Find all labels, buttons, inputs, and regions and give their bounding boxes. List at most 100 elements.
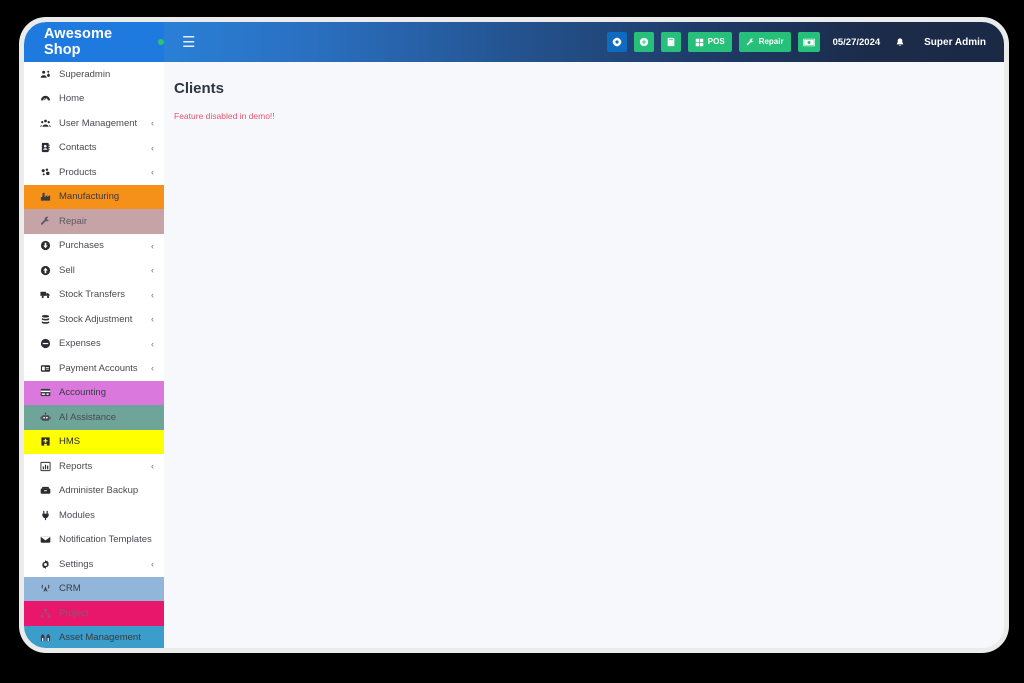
gear-icon — [38, 559, 52, 570]
sidebar-item-label: Home — [59, 93, 85, 105]
sidebar-item-ai-assistance[interactable]: AI Assistance — [24, 405, 164, 430]
repair-button[interactable]: Repair — [738, 32, 791, 52]
hamburger-icon[interactable]: ☰ — [176, 31, 201, 54]
sidebar-item-home[interactable]: Home — [24, 87, 164, 112]
chevron-left-icon: ‹ — [151, 167, 154, 178]
chevron-left-icon: ‹ — [151, 240, 154, 251]
sidebar-item-label: Contacts — [59, 142, 97, 154]
wrench-icon — [746, 38, 755, 47]
sidebar-item-modules[interactable]: Modules — [24, 503, 164, 528]
hospital-icon — [38, 436, 52, 447]
sidebar-item-label: Manufacturing — [59, 191, 120, 203]
sidebar-item-settings[interactable]: Settings ‹ — [24, 552, 164, 577]
demo-disabled-message: Feature disabled in demo!! — [174, 111, 275, 121]
add-button[interactable] — [633, 32, 654, 52]
chevron-left-icon: ‹ — [151, 265, 154, 276]
sidebar-item-hms[interactable]: HMS — [24, 429, 164, 454]
sidebar-item-payment-accounts[interactable]: Payment Accounts ‹ — [24, 356, 164, 381]
sidebar-item-contacts[interactable]: Contacts ‹ — [24, 136, 164, 161]
chevron-left-icon: ‹ — [151, 559, 154, 570]
sidebar-item-label: Accounting — [59, 387, 107, 399]
sidebar-item-repair[interactable]: Repair — [24, 209, 164, 234]
sidebar-item-asset-management[interactable]: Asset Management — [24, 625, 164, 648]
sidebar-item-project[interactable]: Project — [24, 601, 164, 626]
sidebar-item-accounting[interactable]: Accounting — [24, 380, 164, 405]
sidebar-item-administer-backup[interactable]: Administer Backup — [24, 479, 164, 504]
sidebar-item-superadmin[interactable]: Superadmin — [24, 62, 164, 87]
chevron-left-icon: ‹ — [151, 338, 154, 349]
robot-icon — [38, 412, 52, 423]
arrow-down-circle-icon — [38, 240, 52, 251]
sidebar-item-expenses[interactable]: Expenses ‹ — [24, 332, 164, 357]
sidebar-item-label: Repair — [59, 215, 87, 227]
calculator-icon — [666, 37, 676, 47]
sidebar-item-notification-templates[interactable]: Notification Templates — [24, 528, 164, 553]
page-title: Clients — [174, 80, 225, 97]
main-content: Clients Feature disabled in demo!! — [164, 62, 1004, 648]
broadcast-icon — [38, 583, 52, 594]
card-icon — [38, 363, 52, 374]
sidebar-item-manufacturing[interactable]: Manufacturing — [24, 184, 164, 209]
chevron-left-icon: ‹ — [151, 363, 154, 374]
truck-icon — [38, 289, 52, 300]
sidebar-item-label: Stock Adjustment — [59, 313, 133, 325]
sidebar-item-label: Products — [59, 166, 97, 178]
credit-card-icon — [38, 387, 52, 398]
app-window: Awesome Shop ☰ POS Repair 05/27/2024 Sup… — [24, 22, 1004, 648]
sidebar-item-label: User Management — [59, 117, 138, 129]
sidebar-item-label: Sell — [59, 264, 75, 276]
sidebar-item-products[interactable]: Products ‹ — [24, 160, 164, 185]
envelope-icon — [38, 534, 52, 545]
address-book-icon — [38, 142, 52, 153]
plus-circle-icon — [639, 37, 649, 47]
sidebar-item-stock-adjustment[interactable]: Stock Adjustment ‹ — [24, 307, 164, 332]
top-navbar: ☰ POS Repair 05/27/2024 Super Admin — [164, 22, 1004, 62]
sidebar-item-label: Modules — [59, 509, 95, 521]
pos-button[interactable]: POS — [687, 32, 732, 52]
sidebar-item-user-management[interactable]: User Management ‹ — [24, 111, 164, 136]
repair-button-label: Repair — [758, 37, 784, 46]
sidebar-item-label: Stock Transfers — [59, 289, 125, 301]
wrench-icon — [38, 216, 52, 227]
current-date: 05/27/2024 — [832, 36, 881, 48]
users-cog-icon — [38, 69, 52, 80]
sidebar-item-stock-transfers[interactable]: Stock Transfers ‹ — [24, 283, 164, 308]
cubes-icon — [38, 167, 52, 178]
user-name[interactable]: Super Admin — [924, 37, 986, 48]
chevron-left-icon: ‹ — [151, 461, 154, 472]
users-icon — [38, 118, 52, 129]
sidebar-item-reports[interactable]: Reports ‹ — [24, 454, 164, 479]
banknote-icon — [802, 38, 815, 47]
chevron-left-icon: ‹ — [151, 142, 154, 153]
sidebar-item-purchases[interactable]: Purchases ‹ — [24, 234, 164, 259]
sidebar-item-label: Superadmin — [59, 68, 111, 80]
brand-name: Awesome Shop — [44, 26, 113, 58]
chevron-left-icon: ‹ — [151, 314, 154, 325]
top-bar: Awesome Shop ☰ POS Repair 05/27/2024 Sup… — [24, 22, 1004, 62]
sidebar-item-label: HMS — [59, 436, 81, 448]
sidebar-nav-list: Superadmin Home User Management ‹ Contacts ‹ P… — [24, 62, 164, 648]
chevron-left-icon: ‹ — [151, 289, 154, 300]
topbar-actions: POS Repair 05/27/2024 Super Admin — [606, 32, 1004, 52]
minus-circle-icon — [38, 338, 52, 349]
arrow-up-circle-icon — [38, 265, 52, 276]
bar-chart-icon — [38, 461, 52, 472]
sidebar-item-label: Reports — [59, 460, 93, 472]
assets-icon — [38, 632, 52, 643]
sidebar-item-label: Project — [59, 607, 89, 619]
bell-icon[interactable] — [895, 37, 905, 48]
sitemap-icon — [38, 608, 52, 619]
calculator-button[interactable] — [660, 32, 681, 52]
cash-register-button[interactable] — [797, 32, 820, 52]
sidebar-item-sell[interactable]: Sell ‹ — [24, 258, 164, 283]
database-icon — [38, 314, 52, 325]
sidebar-item-label: Purchases — [59, 240, 104, 252]
sidebar-item-crm[interactable]: CRM — [24, 576, 164, 601]
dashboard-icon — [38, 93, 52, 104]
settings-button[interactable] — [606, 32, 627, 52]
sidebar-item-label: Asset Management — [59, 632, 141, 644]
sidebar-item-label: Expenses — [59, 338, 101, 350]
sidebar: Superadmin Home User Management ‹ Contacts ‹ P… — [24, 62, 164, 648]
sidebar-item-label: CRM — [59, 583, 81, 595]
brand-logo[interactable]: Awesome Shop — [24, 22, 164, 62]
